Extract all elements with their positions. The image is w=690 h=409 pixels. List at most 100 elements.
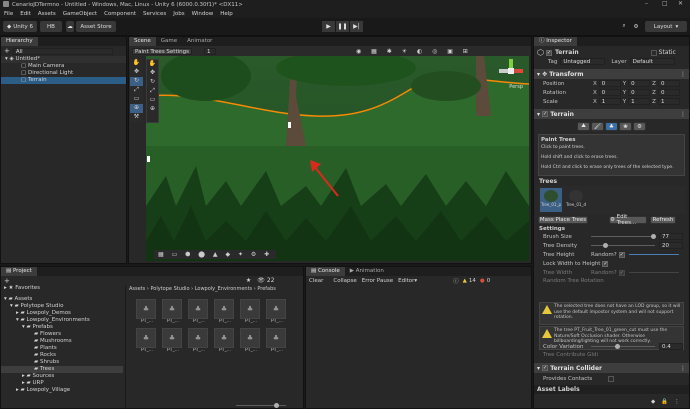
search-icon[interactable]: ⌕ [620,21,628,32]
menu-jobs[interactable]: Jobs [173,11,184,17]
label-icon[interactable]: ◆ [651,399,655,405]
tree-prototype-2[interactable]: Tree_01_d [565,188,587,212]
tree-density-field[interactable]: 20 [659,242,683,249]
hierarchy-search-input[interactable]: All [12,47,113,55]
tab-game[interactable]: Game [156,37,182,46]
hand-tool-icon[interactable]: ✋ [130,59,143,68]
menu-help[interactable]: Help [220,11,233,17]
rotate-tool-icon[interactable]: ↻ [130,77,143,86]
component-menu-icon[interactable]: ⋮ [680,365,686,372]
step-button[interactable]: ▶| [350,21,363,32]
tab-hierarchy[interactable]: Hierarchy [1,37,38,46]
provides-contacts-checkbox[interactable] [608,376,614,382]
menu-window[interactable]: Window [192,11,214,17]
paint-trees-icon[interactable]: ♣ [605,122,618,131]
hierarchy-item-directional-light[interactable]: ▢ Directional Light [1,70,126,77]
menu-edit[interactable]: Edit [20,11,31,17]
asset-thumbnail[interactable]: ♣ PT_... [162,328,184,354]
pause-button[interactable]: ❚❚ [336,21,349,32]
lock-width-checkbox[interactable]: ✓ [602,260,609,267]
move-tool-icon[interactable]: ✥ [130,68,143,77]
asset-labels-bar[interactable]: Asset Labels [534,385,689,394]
transform-z-field[interactable]: 1 [657,98,680,105]
tree-width-slider[interactable] [628,272,679,273]
component-menu-icon[interactable]: ⋮ [680,71,686,78]
asset-thumbnail[interactable]: ♣ PT_... [188,299,210,325]
paint-details-icon[interactable]: ❀ [619,122,632,131]
mass-place-trees-button[interactable]: Mass Place Trees [538,216,588,224]
brush-size-slider[interactable] [591,234,656,239]
tag-dropdown[interactable]: Untagged [560,58,606,65]
paint-mode-dropdown[interactable]: Paint Trees Settings [132,47,192,55]
maximize-icon[interactable]: □ [662,0,668,7]
terrain-header[interactable]: ▾ ✓ Terrain ⋮ [534,109,689,119]
tab-inspector[interactable]: ⓘ Inspector [534,37,577,46]
tab-animation[interactable]: ▶ Animation [345,267,389,276]
scale-tool-icon-2[interactable]: ⤢ [147,87,158,96]
scene-gizmo[interactable] [499,59,523,83]
asset-thumbnail[interactable]: ♣ PT_... [240,299,262,325]
terrain-enabled-checkbox[interactable]: ✓ [542,111,549,117]
tree-height-random-checkbox[interactable]: ✓ [618,251,625,258]
paint-texture-icon[interactable]: 🖌 [591,122,604,131]
raise-terrain-icon[interactable]: ⛰ [577,122,590,131]
asset-thumbnail[interactable]: ♣ PT_... [214,299,236,325]
zoom-slider[interactable] [236,403,286,408]
paint-value-field[interactable]: 1 [204,47,216,55]
tree-item-plants[interactable]: ▰ Plants [1,345,123,352]
editor-dropdown[interactable]: Editor [398,278,414,284]
shading-icon[interactable]: ◉ ▦ ✱ ☀ ◐ ◎ ▣ ⊞ [356,48,472,55]
static-checkbox[interactable] [650,49,657,56]
menu-services[interactable]: Services [143,11,166,17]
tab-project[interactable]: ▤ Project [1,267,37,276]
minimize-icon[interactable]: – [645,0,648,7]
brush-size-field[interactable]: 77 [659,233,683,240]
rect-tool-icon-2[interactable]: ▭ [147,96,158,105]
tree-item-trees[interactable]: ▰ Trees [1,366,123,373]
asset-thumbnail[interactable]: ♣ PT_... [266,328,288,354]
favorites-item[interactable]: ▸ ★ Favorites [1,285,123,292]
asset-store-button[interactable]: Asset Store [76,21,116,32]
hand-tool-icon-2[interactable]: ✋ [147,60,158,69]
transform-y-field[interactable]: 0 [628,80,651,87]
hierarchy-item-untitled[interactable]: ▾ ◈ Untitled* [1,56,126,63]
asset-thumbnail[interactable]: ♣ PT_... [162,299,184,325]
scale-tool-icon[interactable]: ⤢ [130,86,143,95]
tab-console[interactable]: ▤ Console [306,267,345,276]
tree-item-rocks[interactable]: ▰ Rocks [1,352,123,359]
tree-item-shrubs[interactable]: ▰ Shrubs [1,359,123,366]
tree-width-random-checkbox[interactable]: ✓ [618,269,625,276]
rotate-tool-icon-2[interactable]: ↻ [147,78,158,87]
tree-item-assets[interactable]: ▾ ▰ Assets [1,296,123,303]
asset-thumbnail[interactable]: ♣ PT_... [240,328,262,354]
terrain-tools-overlay[interactable]: ▦ ▭ ⬢ ⬤ ▲ ◆ ✦ ⚙ ✚ [154,250,277,259]
tree-item-mushrooms[interactable]: ▰ Mushrooms [1,338,123,345]
terrain-settings-icon[interactable]: ⚙ [633,122,646,131]
asset-thumbnail[interactable]: ♣ PT_... [214,328,236,354]
asset-thumbnail[interactable]: ♣ PT_... [266,299,288,325]
transform-y-field[interactable]: 0 [628,89,651,96]
transform-y-field[interactable]: 1 [628,98,651,105]
lock-icon[interactable]: 🔒 [661,399,668,405]
tree-prototype-1[interactable]: Tree_01_p [540,188,562,212]
scene-viewport[interactable]: Persp ▦ ▭ ⬢ ⬤ ▲ ◆ ✦ ⚙ ✚ [146,56,529,261]
clear-button[interactable]: Clear [309,278,323,284]
menu-assets[interactable]: Assets [38,11,56,17]
tree-item-flowers[interactable]: ▰ Flowers [1,331,123,338]
collider-enabled-checkbox[interactable]: ✓ [542,365,549,371]
move-tool-icon-2[interactable]: ✥ [147,69,158,78]
menu-icon[interactable]: ⋮ [674,399,680,405]
terrain-view[interactable] [146,56,529,261]
menu-gameobject[interactable]: GameObject [63,11,97,17]
tree-height-range-slider[interactable] [628,254,679,255]
tree-item-lowpoly-environments[interactable]: ▾ ▰ Lowpoly_Environments [1,317,123,324]
hb-button[interactable]: HB [40,21,62,32]
layout-dropdown[interactable]: Layout ▾ [645,21,687,32]
color-variation-field[interactable]: 0.4 [659,343,683,350]
tab-animator[interactable]: Animator [182,37,217,46]
add-icon[interactable]: + [4,277,10,285]
info-icon[interactable]: ⓘ [453,277,459,285]
asset-thumbnail[interactable]: ♣ PT_... [188,328,210,354]
terrain-collider-header[interactable]: ▾ ✓ Terrain Collider ⋮ [534,363,689,373]
tree-item-lowpoly-village[interactable]: ▸ ▰ Lowpoly_Village [1,387,123,394]
